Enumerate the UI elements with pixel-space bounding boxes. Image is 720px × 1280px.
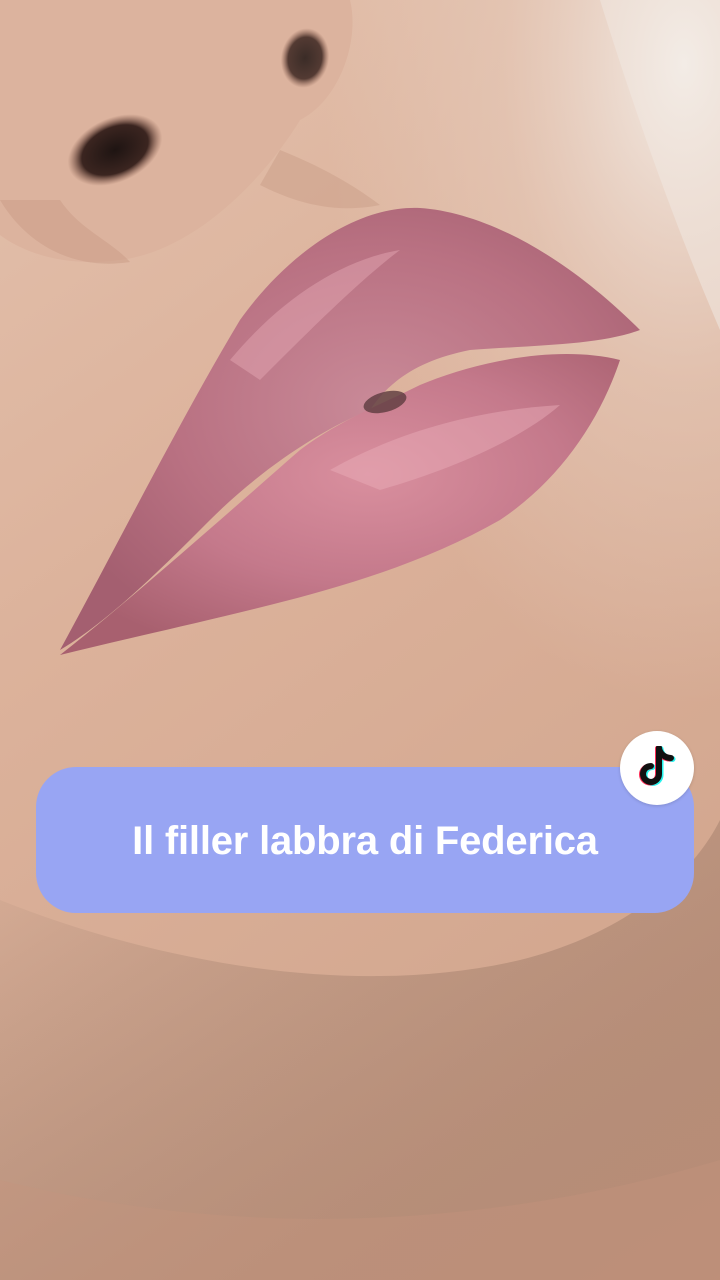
- caption-banner: Il filler labbra di Federica: [36, 767, 694, 913]
- story-frame: Il filler labbra di Federica: [0, 0, 720, 1280]
- tiktok-logo-icon: [620, 731, 694, 805]
- caption-text: Il filler labbra di Federica: [132, 819, 598, 863]
- lips-closeup-photo: [0, 0, 720, 1280]
